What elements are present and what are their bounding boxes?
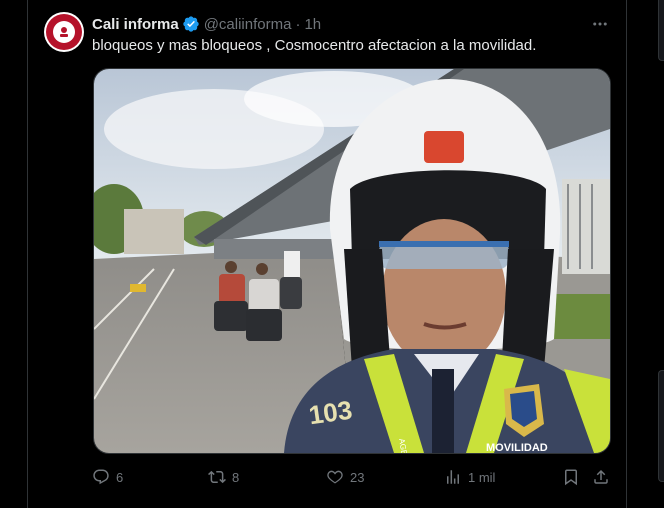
timestamp[interactable]: 1h: [304, 16, 321, 33]
vest-number: 103: [307, 395, 354, 431]
tweet[interactable]: Cali informa @caliinforma · 1h bloqueos …: [28, 0, 626, 508]
tweet-actions: 6 8 23 1 mil: [92, 466, 612, 488]
share-icon: [592, 468, 610, 486]
right-rail: [626, 0, 664, 508]
repost-count: 8: [232, 469, 240, 485]
like-count: 23: [350, 469, 365, 485]
video-frame: 103 MOVILIDAD AGENTE DE TRÁNSITO: [94, 69, 610, 453]
verified-badge-icon: [182, 15, 200, 33]
like-button[interactable]: 23: [326, 466, 364, 488]
views-icon: [444, 468, 462, 486]
tweet-text: bloqueos y mas bloqueos , Cosmocentro af…: [92, 37, 537, 54]
tweet-header: Cali informa @caliinforma · 1h: [92, 14, 321, 34]
reply-icon: [92, 468, 110, 486]
avatar-logo-icon: [60, 27, 68, 37]
like-icon: [326, 468, 344, 486]
views-count: 1 mil: [468, 469, 496, 485]
handle[interactable]: @caliinforma: [204, 16, 292, 33]
avatar-logo: [46, 14, 82, 50]
more-icon[interactable]: [590, 14, 610, 34]
vest-lettering: MOVILIDAD: [486, 442, 548, 453]
repost-button[interactable]: 8: [208, 466, 239, 488]
repost-icon: [208, 468, 226, 486]
left-rail: [0, 0, 28, 508]
bookmark-icon: [562, 468, 580, 486]
right-panel-edge: [658, 0, 664, 61]
reply-count: 6: [116, 469, 124, 485]
reply-button[interactable]: 6: [92, 466, 123, 488]
separator: ·: [295, 15, 301, 33]
bookmark-button[interactable]: [562, 466, 580, 488]
share-button[interactable]: [592, 466, 610, 488]
display-name[interactable]: Cali informa: [92, 16, 179, 33]
tweet-video[interactable]: 103 MOVILIDAD AGENTE DE TRÁNSITO: [93, 68, 611, 454]
right-panel-edge-lower: [658, 370, 664, 482]
views-button[interactable]: 1 mil: [444, 466, 495, 488]
avatar[interactable]: [44, 12, 84, 52]
